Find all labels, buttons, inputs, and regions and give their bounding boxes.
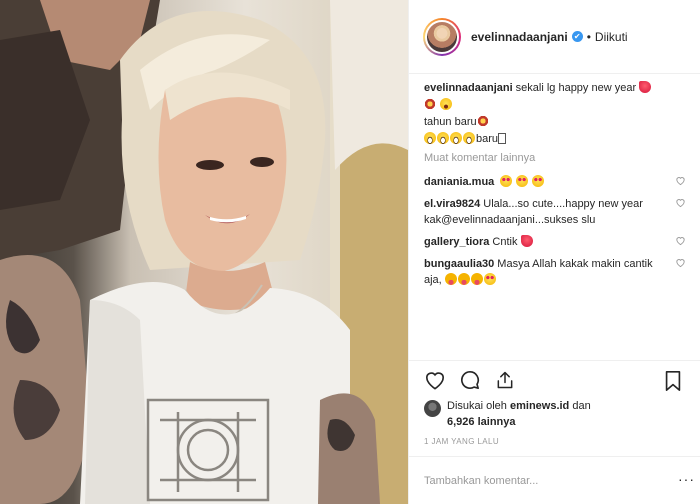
grimacing-emoji-icon [424, 132, 436, 144]
heart-eyes-emoji-icon [516, 175, 529, 187]
grimacing-emoji-icon [437, 132, 449, 144]
bookmark-icon[interactable] [663, 370, 683, 392]
verified-badge-icon: ✔ [571, 31, 583, 42]
follow-status-button[interactable]: Diikuti [595, 30, 628, 44]
likes-prefix: Disukai oleh [447, 400, 507, 412]
tongue-emoji-icon [457, 273, 470, 285]
likes-summary: Disukai oleh eminews.id dan 6,926 lainny… [424, 398, 686, 430]
comment-username[interactable]: bungaaulia30 [424, 258, 494, 270]
speech-bubble-icon[interactable] [459, 370, 481, 390]
liker-username[interactable]: eminews.id [510, 400, 569, 412]
grimacing-emoji-icon [463, 132, 475, 144]
tongue-emoji-icon [470, 273, 483, 285]
small-heart-icon[interactable] [675, 197, 686, 208]
comments-list: evelinnadaanjani sekali lg happy new year… [424, 80, 686, 294]
action-bar [409, 360, 700, 396]
likes-text: Disukai oleh eminews.id dan 6,926 lainny… [447, 398, 591, 430]
laughing-emoji-icon [440, 98, 453, 110]
caption-line-2: tahun baru [424, 116, 477, 128]
header-username[interactable]: evelinnadaanjani [471, 30, 568, 44]
tongue-emoji-icon [444, 273, 457, 285]
more-options-icon[interactable]: ··· [678, 471, 695, 487]
heart-eyes-emoji-icon [532, 175, 545, 187]
add-comment-bar: ··· [409, 456, 700, 504]
avatar[interactable] [425, 19, 459, 54]
comment-username[interactable]: daniania.mua [424, 176, 494, 188]
caption-line-1: sekali lg happy new year [515, 82, 637, 94]
small-heart-icon[interactable] [675, 257, 686, 268]
comment-username[interactable]: el.vira9824 [424, 198, 480, 210]
fireworks-emoji-icon [424, 98, 436, 110]
fireworks-emoji-icon [476, 115, 489, 127]
comment-text: Cntik [492, 236, 518, 248]
comment-item: el.vira9824 Ulala...so cute....happy new … [424, 196, 686, 228]
comment-item: daniania.mua [424, 174, 686, 190]
heart-eyes-emoji-icon [500, 175, 513, 187]
missing-glyph-icon [498, 133, 507, 144]
heart-eyes-emoji-icon [483, 273, 496, 285]
share-icon[interactable] [495, 370, 515, 390]
post-side-panel: evelinnadaanjani ✔ • Diikuti evelinnadaa… [408, 0, 700, 504]
comment-username[interactable]: gallery_tiora [424, 236, 489, 248]
post-photo[interactable] [0, 0, 408, 504]
story-ring[interactable] [423, 17, 461, 56]
grimacing-emoji-icon [450, 132, 462, 144]
broken-heart-emoji-icon [520, 235, 533, 247]
caption: evelinnadaanjani sekali lg happy new year… [424, 80, 686, 148]
header-separator: • [586, 29, 591, 44]
small-heart-icon[interactable] [675, 175, 686, 186]
load-more-comments-link[interactable]: Muat komentar lainnya [424, 152, 686, 164]
liker-avatar[interactable] [424, 400, 441, 417]
small-heart-icon[interactable] [675, 235, 686, 246]
comment-item: bungaaulia30 Masya Allah kakak makin cant… [424, 256, 686, 288]
post-header: evelinnadaanjani ✔ • Diikuti [409, 0, 700, 74]
heart-outline-icon[interactable] [424, 370, 446, 390]
balloon-emoji-icon [639, 81, 652, 93]
comment-item: gallery_tiora Cntik [424, 234, 686, 250]
photo-illustration [0, 0, 408, 504]
likes-and: dan [572, 400, 591, 412]
post-timestamp[interactable]: 1 JAM YANG LALU [424, 437, 499, 446]
caption-username[interactable]: evelinnadaanjani [424, 82, 513, 94]
caption-line-3: baru [476, 133, 499, 145]
likes-count-link[interactable]: 6,926 lainnya [447, 416, 516, 428]
comment-input[interactable] [424, 474, 679, 487]
